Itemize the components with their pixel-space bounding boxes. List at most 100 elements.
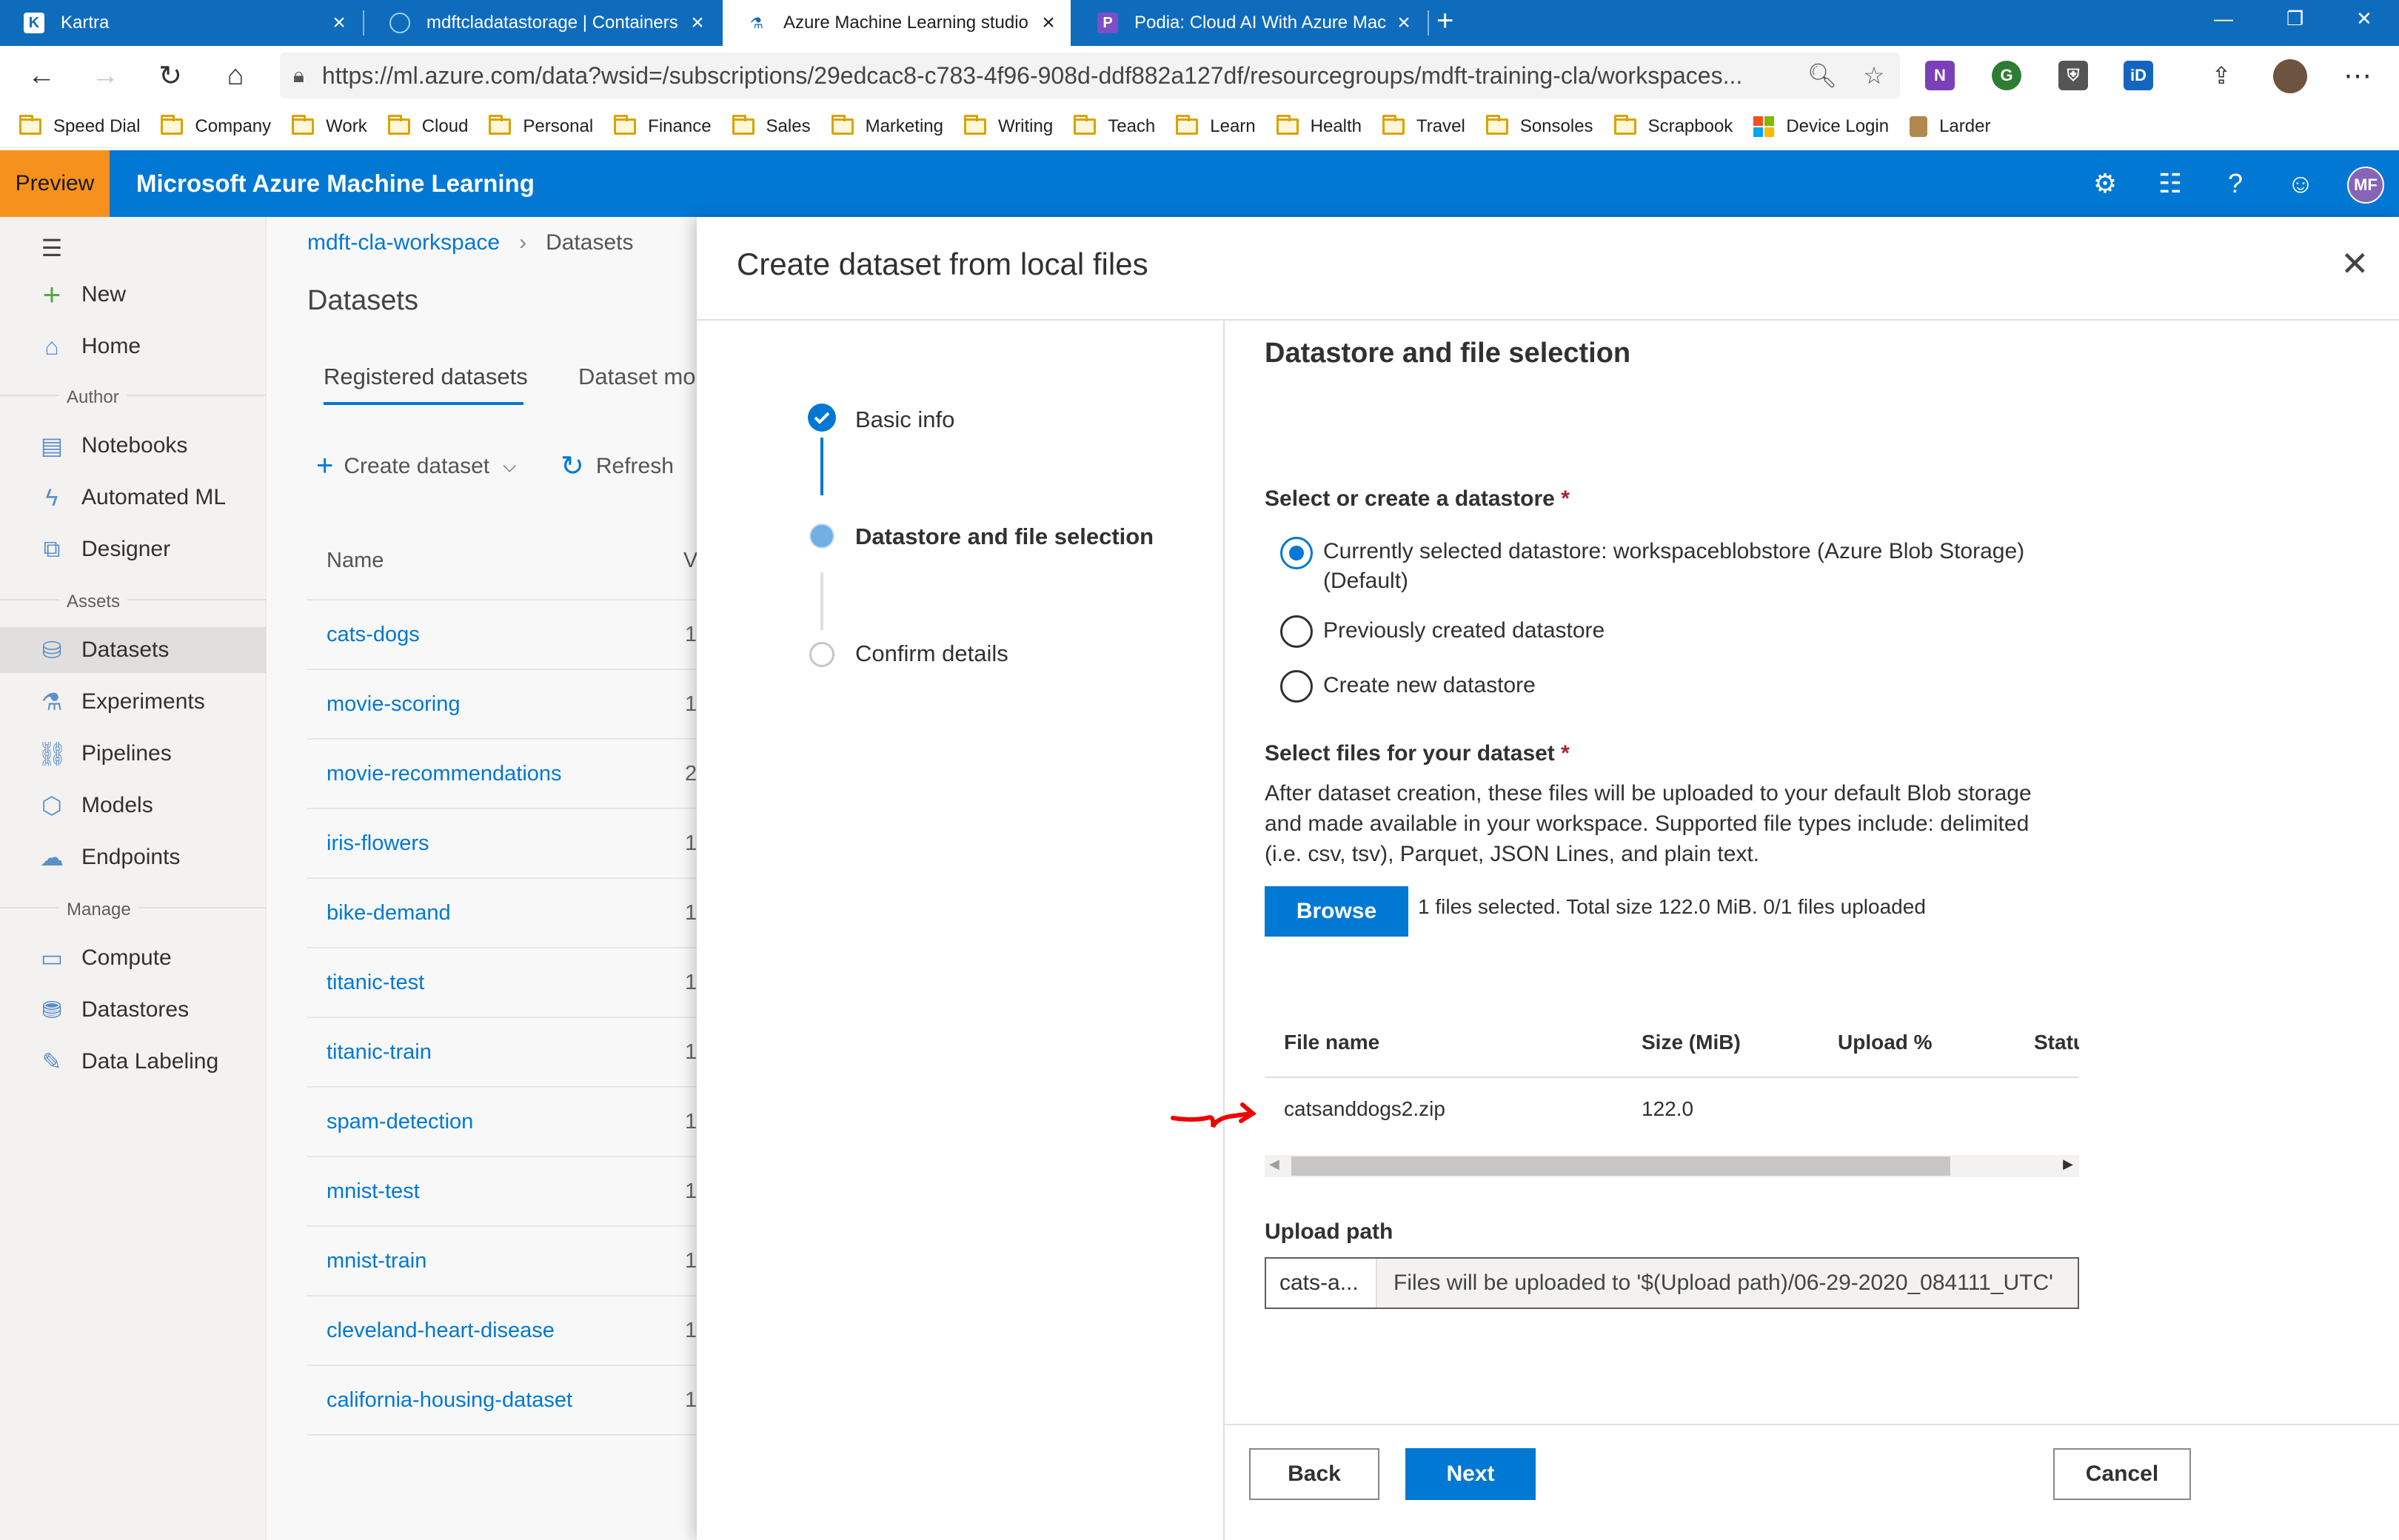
scroll-left-arrow-icon[interactable]: ◀ <box>1269 1156 1279 1172</box>
horizontal-scrollbar[interactable]: ◀ ▶ <box>1265 1155 2079 1177</box>
close-tab-icon[interactable]: × <box>324 10 354 36</box>
back-arrow-icon[interactable]: ← <box>21 55 62 96</box>
preview-badge[interactable]: Preview <box>0 150 110 217</box>
step-datastore-selection[interactable]: Datastore and file selection <box>855 523 1154 550</box>
dataset-name-link[interactable]: titanic-train <box>327 1040 432 1065</box>
help-question-icon[interactable]: ? <box>2218 167 2252 201</box>
nav-compute[interactable]: ▭ Compute <box>0 935 267 981</box>
smiley-feedback-icon[interactable]: ☺ <box>2283 167 2318 201</box>
nav-automated-ml[interactable]: ϟ Automated ML <box>0 475 267 520</box>
radio-current-datastore-label[interactable]: Currently selected datastore: workspaceb… <box>1323 537 2101 596</box>
nav-datasets[interactable]: ⛁ Datasets <box>0 627 267 673</box>
more-menu-icon[interactable]: ⋯ <box>2337 55 2378 96</box>
dataset-row[interactable]: iris-flowers 1 <box>307 809 697 879</box>
url-field[interactable]: 🔒︎ https://ml.azure.com/data?wsid=/subsc… <box>280 53 1900 98</box>
nav-home[interactable]: ⌂ Home <box>0 324 267 369</box>
favorite-company[interactable]: Company <box>161 114 271 137</box>
dataset-row[interactable]: mnist-test 1 <box>307 1157 697 1227</box>
back-button[interactable]: Back <box>1249 1448 1379 1500</box>
favorite-device-login[interactable]: Device Login <box>1753 116 1889 137</box>
shield-extension-icon[interactable]: ⛨ <box>2058 61 2088 90</box>
browser-tab-azure-ml[interactable]: ⚗ Azure Machine Learning studio ( × <box>723 0 1071 46</box>
favorite-learn[interactable]: Learn <box>1176 114 1256 137</box>
forward-arrow-icon[interactable]: → <box>84 55 126 96</box>
column-header-upload[interactable]: Upload % <box>1838 1031 1933 1054</box>
nav-experiments[interactable]: ⚗ Experiments <box>0 679 267 725</box>
dataset-row[interactable]: spam-detection 1 <box>307 1088 697 1157</box>
browser-tab-kartra[interactable]: K Kartra × <box>0 0 361 46</box>
nav-endpoints[interactable]: ☁ Endpoints <box>0 834 267 880</box>
dataset-row[interactable]: cleveland-heart-disease 1 <box>307 1296 697 1366</box>
upload-path-field[interactable]: cats-a... Files will be uploaded to '$(U… <box>1265 1257 2079 1309</box>
notes-feedback-icon[interactable]: ☷ <box>2153 167 2187 201</box>
browse-button[interactable]: Browse <box>1265 886 1408 937</box>
column-header-status[interactable]: Statu <box>2034 1031 2079 1054</box>
dataset-row[interactable]: movie-scoring 1 <box>307 670 697 740</box>
settings-gear-icon[interactable]: ⚙ <box>2088 167 2122 201</box>
restore-icon[interactable]: ❐ <box>2286 0 2303 37</box>
favorite-work[interactable]: Work <box>292 114 367 137</box>
dataset-name-link[interactable]: movie-recommendations <box>327 762 562 786</box>
favorite-travel[interactable]: Travel <box>1382 114 1465 137</box>
favorite-scrapbook[interactable]: Scrapbook <box>1613 114 1733 137</box>
radio-current-datastore[interactable] <box>1280 537 1313 569</box>
nav-pipelines[interactable]: ⛓ Pipelines <box>0 731 267 777</box>
column-header-name[interactable]: Name <box>327 549 384 573</box>
nav-models[interactable]: ⬡ Models <box>0 783 267 828</box>
dataset-name-link[interactable]: titanic-test <box>327 971 424 995</box>
breadcrumb-workspace-link[interactable]: mdft-cla-workspace <box>307 230 500 255</box>
favorite-writing[interactable]: Writing <box>963 114 1053 137</box>
scrollbar-thumb[interactable] <box>1291 1156 1950 1176</box>
nav-datastores[interactable]: ⛃ Datastores <box>0 987 267 1033</box>
favorite-personal[interactable]: Personal <box>489 114 593 137</box>
dataset-name-link[interactable]: mnist-train <box>327 1249 426 1273</box>
tab-dataset-monitors[interactable]: Dataset mo <box>578 364 696 390</box>
browser-tab-storage[interactable]: mdftcladatastorage | Containers × <box>366 0 720 46</box>
next-button[interactable]: Next <box>1405 1448 1536 1500</box>
scroll-right-arrow-icon[interactable]: ▶ <box>2063 1156 2073 1172</box>
dataset-row[interactable]: movie-recommendations 2 <box>307 740 697 809</box>
user-avatar[interactable]: MF <box>2347 167 2384 204</box>
favorite-speed-dial[interactable]: Speed Dial <box>19 114 140 137</box>
favorite-cloud[interactable]: Cloud <box>387 114 468 137</box>
refresh-button[interactable]: ↻ Refresh <box>561 449 674 483</box>
step-confirm-details[interactable]: Confirm details <box>855 640 1008 667</box>
dataset-name-link[interactable]: movie-scoring <box>327 692 461 717</box>
favorite-marketing[interactable]: Marketing <box>831 114 943 137</box>
create-dataset-button[interactable]: + Create dataset ⌵ <box>316 449 516 483</box>
close-tab-icon[interactable]: × <box>1389 10 1419 36</box>
dataset-row[interactable]: mnist-train 1 <box>307 1227 697 1296</box>
zoom-icon[interactable]: 🔍︎ <box>1796 61 1848 90</box>
app-title[interactable]: Microsoft Azure Machine Learning <box>136 150 535 217</box>
dataset-row[interactable]: cats-dogs 1 <box>307 600 697 670</box>
favorite-star-icon[interactable]: ☆ <box>1848 61 1900 90</box>
close-window-icon[interactable]: ✕ <box>2356 0 2372 37</box>
dataset-name-link[interactable]: california-housing-dataset <box>327 1388 572 1413</box>
dataset-row[interactable]: bike-demand 1 <box>307 879 697 948</box>
dataset-row[interactable]: california-housing-dataset 1 <box>307 1366 697 1436</box>
favorite-sonsoles[interactable]: Sonsoles <box>1485 114 1593 137</box>
close-tab-icon[interactable]: × <box>1034 10 1063 36</box>
favorite-sales[interactable]: Sales <box>732 114 811 137</box>
dataset-name-link[interactable]: bike-demand <box>327 901 451 925</box>
browser-tab-podia[interactable]: P Podia: Cloud AI With Azure Mac × <box>1074 0 1426 46</box>
onenote-extension-icon[interactable]: N <box>1925 61 1955 90</box>
dataset-name-link[interactable]: iris-flowers <box>327 831 429 856</box>
column-header-version[interactable]: V <box>683 549 697 573</box>
id-extension-icon[interactable]: iD <box>2124 61 2153 90</box>
radio-new-datastore-label[interactable]: Create new datastore <box>1323 671 1536 700</box>
radio-previous-datastore-label[interactable]: Previously created datastore <box>1323 616 1605 646</box>
radio-previous-datastore[interactable] <box>1280 615 1313 648</box>
dataset-row[interactable]: titanic-train 1 <box>307 1018 697 1088</box>
favorite-teach[interactable]: Teach <box>1074 114 1155 137</box>
dataset-row[interactable]: titanic-test 1 <box>307 948 697 1018</box>
nav-data-labeling[interactable]: ✎ Data Labeling <box>0 1039 267 1085</box>
nav-new[interactable]: + New <box>0 272 267 318</box>
favorite-finance[interactable]: Finance <box>614 114 712 137</box>
cancel-button[interactable]: Cancel <box>2053 1448 2191 1500</box>
minimize-icon[interactable]: — <box>2214 0 2233 37</box>
share-icon[interactable]: ⇪ <box>2201 55 2242 96</box>
nav-designer[interactable]: ⧉ Designer <box>0 526 267 572</box>
hamburger-menu-icon[interactable]: ☰ <box>31 227 73 269</box>
dataset-name-link[interactable]: mnist-test <box>327 1179 420 1204</box>
